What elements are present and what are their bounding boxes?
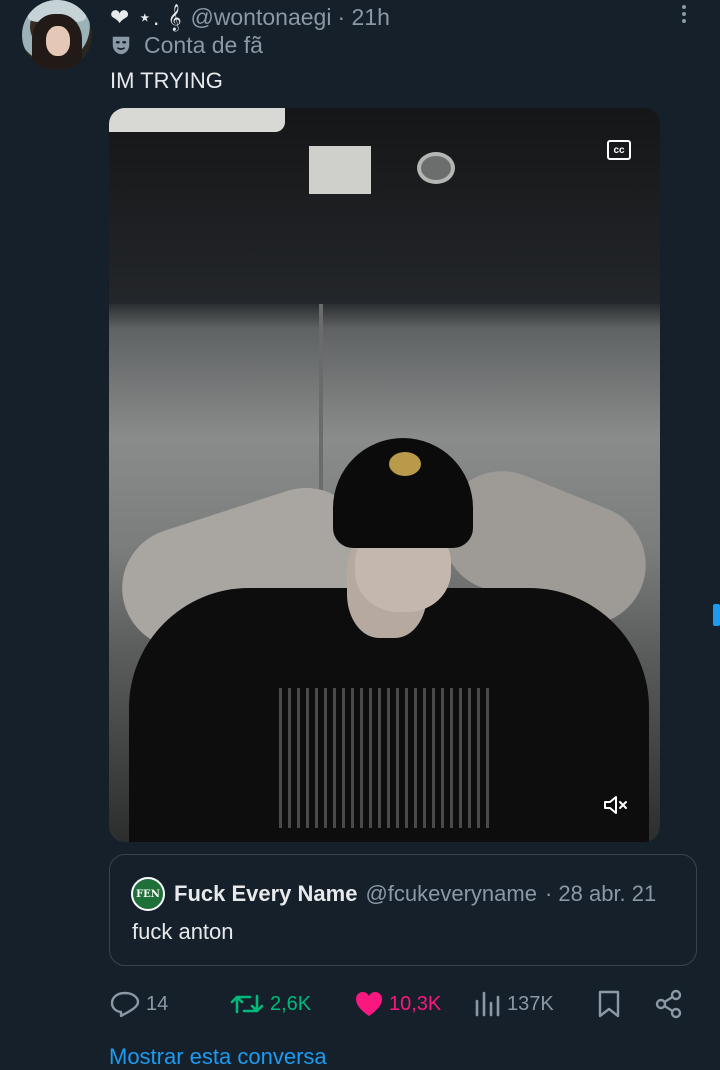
account-label: Conta de fã [110, 31, 263, 59]
retweet-icon [230, 994, 264, 1014]
quoted-text: fuck anton [132, 919, 234, 944]
reply-count: 14 [146, 992, 169, 1015]
bookmark-icon [598, 990, 620, 1018]
more-options-icon[interactable] [676, 2, 692, 26]
like-button[interactable]: 10,3K [355, 988, 441, 1020]
views-icon [475, 991, 500, 1017]
like-count: 10,3K [389, 992, 442, 1015]
share-button[interactable] [654, 988, 690, 1020]
retweet-count: 2,6K [270, 992, 312, 1015]
views-button[interactable]: 137K [473, 988, 554, 1020]
quoted-avatar[interactable]: FEN [131, 877, 165, 911]
author-avatar[interactable] [22, 0, 92, 70]
quoted-date[interactable]: · 28 abr. 21 [545, 881, 656, 907]
tweet-header: ❤︎ ⋆. 𝄞 @wontonaegi · 21h [110, 2, 390, 32]
views-count: 137K [507, 992, 554, 1015]
share-icon [655, 989, 682, 1019]
quoted-name[interactable]: Fuck Every Name [174, 881, 357, 907]
author-handle[interactable]: @wontonaegi [190, 4, 331, 31]
captions-icon[interactable]: cc [607, 140, 631, 160]
quoted-handle[interactable]: @fcukeveryname [365, 881, 537, 907]
show-conversation-link[interactable]: Mostrar esta conversa [109, 1044, 327, 1070]
theater-mask-icon [112, 36, 130, 55]
bookmark-button[interactable] [597, 988, 627, 1020]
reply-icon [110, 991, 140, 1017]
tweet-actions: 14 2,6K 10,3K 137K [110, 988, 690, 1020]
muted-speaker-icon[interactable] [603, 794, 629, 816]
scroll-indicator[interactable] [713, 604, 720, 626]
tweet-time[interactable]: · 21h [337, 4, 389, 31]
heart-icon [356, 992, 382, 1016]
tweet-video[interactable]: cc [109, 108, 660, 842]
tweet-text: IM TRYING [110, 68, 223, 93]
quoted-tweet[interactable]: FEN Fuck Every Name @fcukeveryname · 28 … [109, 854, 697, 966]
account-label-text: Conta de fã [144, 31, 263, 58]
reply-button[interactable]: 14 [110, 988, 168, 1020]
display-name[interactable]: ❤︎ ⋆. 𝄞 [110, 4, 182, 31]
retweet-button[interactable]: 2,6K [230, 988, 311, 1020]
